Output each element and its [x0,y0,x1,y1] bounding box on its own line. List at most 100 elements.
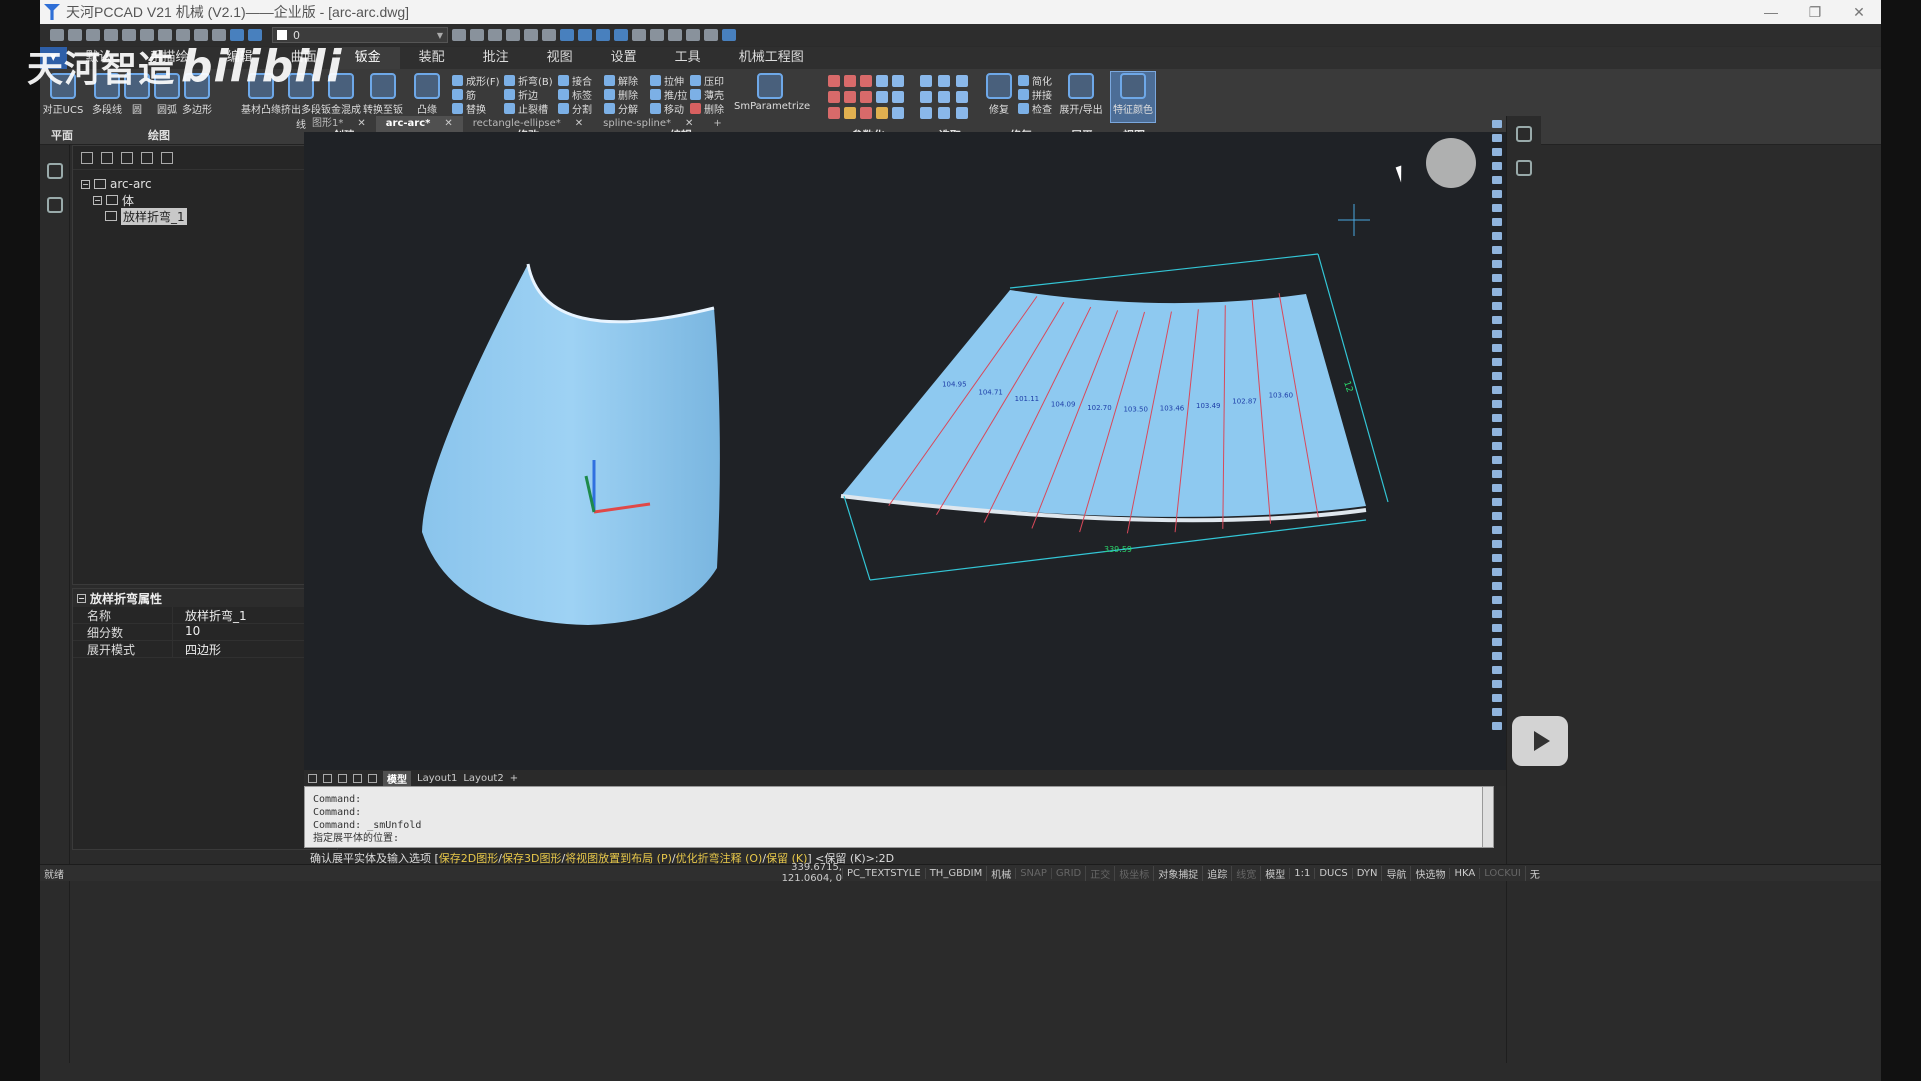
tree-filter-icon[interactable] [81,151,93,164]
command-history[interactable]: Command: Command: Command: _smUnfold 指定展… [304,786,1484,848]
layer-off-icon[interactable] [506,29,520,41]
layer-isolate-icon[interactable] [488,29,502,41]
select-icon[interactable] [956,91,968,103]
status-nav[interactable]: 导航 [1381,865,1410,881]
status-hka[interactable]: HKA [1449,867,1479,879]
status-lineweight[interactable]: 线宽 [1231,865,1260,881]
collapse-icon[interactable]: − [93,195,102,205]
rail-tool-icon[interactable] [1492,442,1502,450]
tree-node-body[interactable]: − 体 [81,192,337,208]
repair-button[interactable]: 修复 [982,73,1016,116]
delete-face-button[interactable]: 删除 [690,101,724,116]
select-icon[interactable] [956,107,968,119]
tab-layout2[interactable]: Layout2 [463,773,503,784]
feature-color-button[interactable]: 特征颜色 [1110,73,1156,116]
close-icon[interactable]: ✕ [444,116,452,132]
flange-button[interactable]: 凸缘 [404,73,450,116]
status-polar[interactable]: 极坐标 [1114,865,1153,881]
constraint-icon[interactable] [876,91,888,103]
constraint-icon[interactable] [892,91,904,103]
close-button[interactable]: ✕ [1837,0,1881,24]
status-grid[interactable]: GRID [1050,867,1085,879]
next-layout-icon[interactable] [338,773,347,783]
layer-tool-icon[interactable] [452,29,466,41]
property-row[interactable]: 名称 放样折弯_1 [73,607,337,624]
push-pull-button[interactable]: 推/拉 [650,87,687,102]
collapse-icon[interactable]: − [81,179,90,189]
tab-sheet-metal[interactable]: 钣金 [335,47,400,69]
constraint-icon[interactable] [860,75,872,87]
tab-annotate[interactable]: 批注 [464,47,528,69]
select-icon[interactable] [938,107,950,119]
join-button[interactable]: 接合 [558,73,592,88]
rail-tool-icon[interactable] [1492,372,1502,380]
property-row[interactable]: 展开模式 四边形 [73,641,337,658]
rail-tool-icon[interactable] [1492,246,1502,254]
rail-tool-icon[interactable] [1492,638,1502,646]
close-icon[interactable]: ✕ [575,116,583,132]
status-otrack[interactable]: 追踪 [1202,865,1231,881]
status-ducs[interactable]: DUCS [1314,867,1351,879]
layout-list-icon[interactable] [368,773,377,783]
screenshot-icon[interactable] [704,29,718,41]
shell-button[interactable]: 薄壳 [690,87,724,102]
rail-tool-icon[interactable] [1492,302,1502,310]
tab-view[interactable]: 视图 [528,47,592,69]
rail-tool-icon[interactable] [1492,134,1502,142]
rail-tool-icon[interactable] [1492,344,1502,352]
unbend-button[interactable]: 解除 [604,73,638,88]
rail-tool-icon[interactable] [1492,400,1502,408]
rail-tool-icon[interactable] [1492,498,1502,506]
status-snap[interactable]: SNAP [1015,867,1051,879]
rail-tool-icon[interactable] [1492,512,1502,520]
video-play-icon[interactable] [1512,716,1568,766]
select-icon[interactable] [920,91,932,103]
last-layout-icon[interactable] [353,773,362,783]
imprint-button[interactable]: 压印 [690,73,724,88]
rail-tool-icon[interactable] [1492,288,1502,296]
status-dyn[interactable]: DYN [1351,867,1382,879]
replace-button[interactable]: 替换 [452,101,486,116]
first-layout-icon[interactable] [308,773,317,783]
match-props-icon[interactable] [650,29,664,41]
constraint-icon[interactable] [828,91,840,103]
move-button[interactable]: 移动 [650,101,684,116]
tree-node-root[interactable]: − arc-arc [81,176,337,192]
rail-tool-icon[interactable] [1492,316,1502,324]
stitch-button[interactable]: 拼接 [1018,87,1052,102]
rail-tool-icon[interactable] [1492,428,1502,436]
drawing-viewport[interactable]: 104.95 104.71 101.11 104.09 102.70 103.50 103.… [304,132,1516,770]
constraint-icon[interactable] [844,107,856,119]
property-value[interactable]: 放样折弯_1 [173,607,247,623]
flat-pattern[interactable]: 104.95 104.71 101.11 104.09 102.70 103.50 103.… [840,290,1367,534]
close-icon[interactable]: ✕ [685,116,693,132]
settings-sliders-icon[interactable] [1516,126,1532,142]
rail-tool-icon[interactable] [1492,386,1502,394]
add-layout-button[interactable]: + [510,773,518,784]
constraint-icon[interactable] [844,91,856,103]
constraint-icon[interactable] [860,107,872,119]
stretch-button[interactable]: 拉伸 [650,73,684,88]
close-icon[interactable]: ✕ [357,116,365,132]
tree-expand-icon[interactable] [101,151,113,164]
rail-tool-icon[interactable] [1492,218,1502,226]
rail-tool-icon[interactable] [1492,260,1502,268]
status-scale[interactable]: 1:1 [1289,867,1314,879]
rail-tool-icon[interactable] [1492,120,1502,128]
rail-tool-icon[interactable] [1492,456,1502,464]
tab-layout1[interactable]: Layout1 [417,773,457,784]
select-icon[interactable] [920,107,932,119]
rail-tool-icon[interactable] [1492,582,1502,590]
tree-settings-icon[interactable] [141,151,153,164]
tab-model[interactable]: 模型 [383,770,411,786]
rail-tool-icon[interactable] [1492,540,1502,548]
properties-header[interactable]: − 放样折弯属性 [73,589,337,607]
rail-tool-icon[interactable] [1492,148,1502,156]
rail-tool-icon[interactable] [1492,554,1502,562]
form-button[interactable]: 成形(F) [452,73,500,88]
properties-shield-icon[interactable] [46,197,63,213]
unfold-export-button[interactable]: 展开/导出 [1058,73,1104,116]
tab-tools[interactable]: 工具 [656,47,720,69]
select-icon[interactable] [956,75,968,87]
help-icon[interactable] [722,29,736,41]
